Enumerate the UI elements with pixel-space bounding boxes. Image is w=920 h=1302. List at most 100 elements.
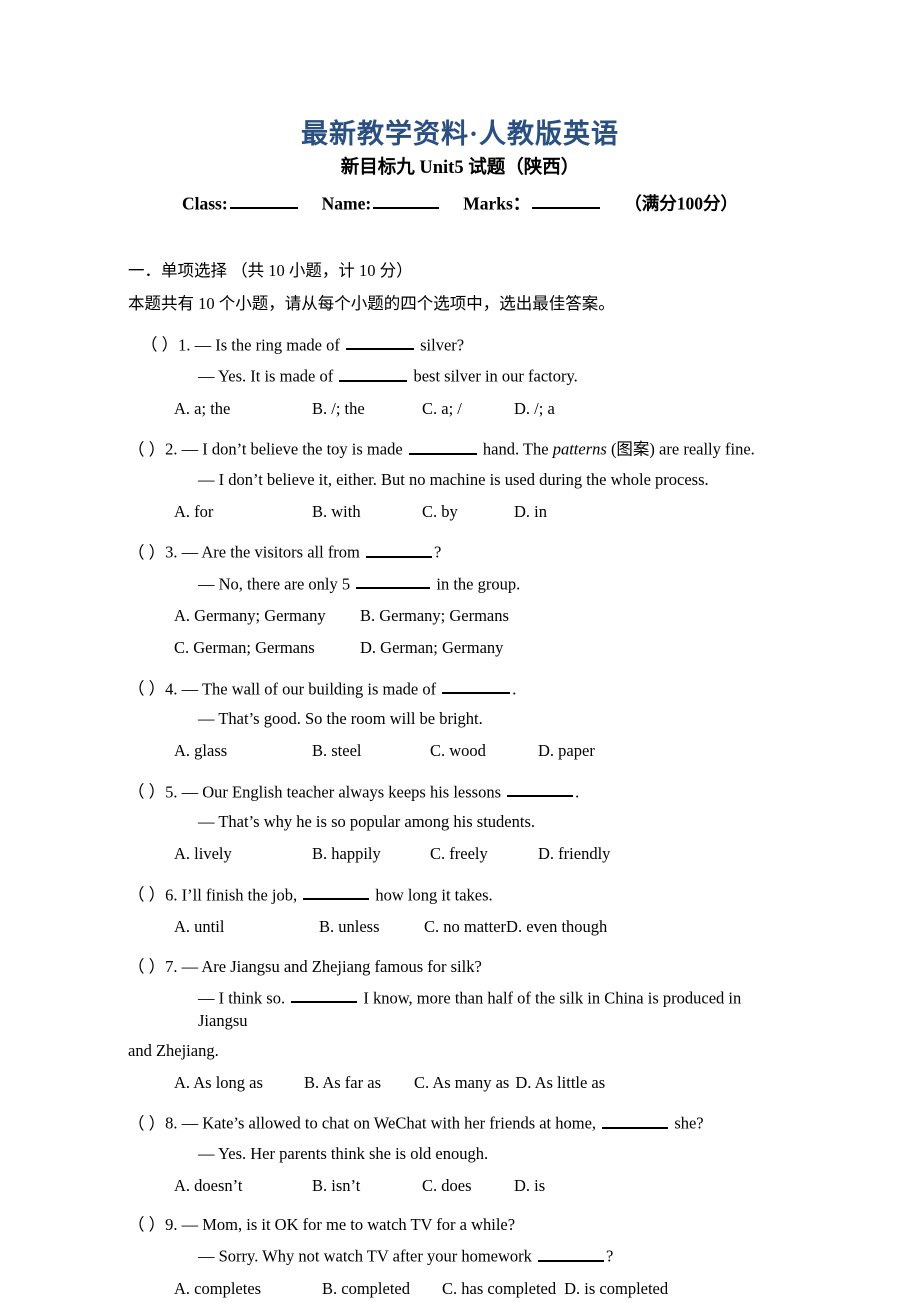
answer-bracket-6[interactable]: （ ） bbox=[128, 884, 165, 907]
answer-blank[interactable] bbox=[507, 780, 574, 798]
option-c[interactable]: C. by bbox=[422, 501, 514, 524]
option-d[interactable]: D. German; Germany bbox=[360, 637, 503, 660]
option-row: A. Germany; Germany B. Germany; Germans bbox=[128, 596, 792, 628]
question-number: 4. bbox=[165, 679, 178, 699]
option-c[interactable]: C. As many as bbox=[414, 1072, 515, 1095]
answer-blank[interactable] bbox=[291, 986, 358, 1004]
answer-bracket-4[interactable]: （ ） bbox=[128, 678, 165, 701]
option-d[interactable]: D. paper bbox=[538, 740, 595, 763]
question-reply: — I don’t believe it, either. But no mac… bbox=[198, 469, 709, 489]
option-b[interactable]: B. completed bbox=[322, 1278, 442, 1301]
document-title: 新目标九 Unit5 试题（陕西） bbox=[340, 158, 580, 179]
reply-text-tail: in the group. bbox=[432, 574, 521, 594]
option-row: A. a; the B. /; the C. a; / D. /; a bbox=[128, 389, 792, 421]
answer-blank[interactable] bbox=[408, 437, 477, 455]
question-text: — Kate’s allowed to chat on WeChat with … bbox=[181, 1114, 601, 1134]
question-text-tail: how long it takes. bbox=[371, 885, 493, 905]
reply-text: — No, there are only 5 bbox=[198, 574, 355, 594]
question-stem: （ ）2. — I don’t believe the toy is made … bbox=[128, 430, 792, 461]
question-stem: （ ）3. — Are the visitors all from ? bbox=[128, 533, 792, 564]
option-b[interactable]: B. As far as bbox=[304, 1072, 414, 1095]
question-text-tail: she? bbox=[670, 1114, 704, 1134]
question-text-tail: silver? bbox=[416, 335, 465, 355]
option-b[interactable]: B. unless bbox=[319, 916, 424, 939]
option-c[interactable]: C. a; / bbox=[422, 398, 514, 421]
option-c[interactable]: C. does bbox=[422, 1175, 514, 1198]
question-text-mid: hand. The bbox=[478, 440, 553, 459]
option-a[interactable]: A. for bbox=[174, 501, 312, 524]
question-text: — Mom, is it OK for me to watch TV for a… bbox=[181, 1215, 516, 1235]
question-reply: — Yes. It is made of best silver in our … bbox=[128, 357, 792, 388]
answer-bracket-1[interactable]: （ ） bbox=[141, 334, 178, 357]
question-reply: — Sorry. Why not watch TV after your hom… bbox=[128, 1237, 792, 1268]
option-a[interactable]: A. completes bbox=[174, 1278, 322, 1301]
name-label: Name: bbox=[321, 193, 372, 214]
answer-bracket-3[interactable]: （ ） bbox=[128, 542, 165, 565]
option-b[interactable]: B. happily bbox=[312, 843, 430, 866]
answer-blank[interactable] bbox=[303, 883, 370, 901]
answer-blank[interactable] bbox=[346, 333, 415, 351]
option-c[interactable]: C. freely bbox=[430, 843, 538, 866]
option-a[interactable]: A. doesn’t bbox=[174, 1175, 312, 1198]
option-d[interactable]: D. even though bbox=[506, 916, 607, 939]
name-blank[interactable] bbox=[373, 191, 440, 210]
class-blank[interactable] bbox=[229, 191, 298, 210]
marks-blank[interactable] bbox=[532, 191, 601, 210]
question-reply: — No, there are only 5 in the group. bbox=[128, 565, 792, 596]
option-d[interactable]: D. is bbox=[514, 1175, 545, 1198]
question-number: 7. bbox=[165, 956, 178, 976]
option-a[interactable]: A. a; the bbox=[174, 398, 312, 421]
answer-bracket-5[interactable]: （ ） bbox=[128, 781, 165, 804]
option-c[interactable]: C. wood bbox=[430, 740, 538, 763]
option-d[interactable]: D. As little as bbox=[515, 1072, 605, 1095]
answer-blank[interactable] bbox=[442, 677, 511, 695]
answer-blank[interactable] bbox=[538, 1244, 605, 1262]
option-row: A. As long as B. As far as C. As many as D.… bbox=[128, 1063, 792, 1095]
option-d[interactable]: D. /; a bbox=[514, 398, 555, 421]
option-b[interactable]: B. Germany; Germans bbox=[360, 605, 509, 628]
answer-bracket-7[interactable]: （ ） bbox=[128, 956, 165, 979]
option-c[interactable]: C. has completed bbox=[442, 1278, 564, 1301]
reply-text: — I think so. bbox=[198, 988, 290, 1008]
glossed-word: patterns bbox=[552, 440, 607, 459]
option-d[interactable]: D. friendly bbox=[538, 843, 610, 866]
answer-bracket-8[interactable]: （ ） bbox=[128, 1113, 165, 1136]
option-c[interactable]: C. German; Germans bbox=[174, 637, 360, 660]
reply-text-tail: best silver in our factory. bbox=[409, 366, 578, 386]
answer-bracket-9[interactable]: （ ） bbox=[128, 1214, 165, 1237]
answer-blank[interactable] bbox=[602, 1111, 669, 1130]
option-b[interactable]: B. /; the bbox=[312, 398, 422, 421]
option-b[interactable]: B. steel bbox=[312, 740, 430, 763]
question-number: 3. bbox=[165, 542, 178, 562]
question-item: （ ）2. — I don’t believe the toy is made … bbox=[128, 420, 792, 523]
question-item: （ ）7. — Are Jiangsu and Zhejiang famous … bbox=[128, 939, 792, 1095]
reply-text: — Sorry. Why not watch TV after your hom… bbox=[198, 1246, 537, 1266]
question-number: 9. bbox=[165, 1215, 178, 1235]
class-label: Class: bbox=[181, 193, 228, 214]
option-a[interactable]: A. As long as bbox=[174, 1072, 304, 1095]
question-stem: （ ）7. — Are Jiangsu and Zhejiang famous … bbox=[128, 949, 792, 979]
option-d[interactable]: D. in bbox=[514, 501, 547, 524]
option-a[interactable]: A. Germany; Germany bbox=[174, 605, 360, 628]
question-text-tail: ? bbox=[434, 542, 442, 562]
question-reply: — That’s good. So the room will be brigh… bbox=[198, 709, 483, 729]
question-text-tail: . bbox=[512, 679, 517, 699]
option-b[interactable]: B. with bbox=[312, 501, 422, 524]
answer-bracket-2[interactable]: （ ） bbox=[128, 439, 165, 462]
banner-title: 最新教学资料·人教版英语 bbox=[300, 119, 619, 149]
question-number: 1. bbox=[178, 335, 191, 355]
answer-blank[interactable] bbox=[366, 540, 433, 558]
option-a[interactable]: A. glass bbox=[174, 740, 312, 763]
question-item: （ ）8. — Kate’s allowed to chat on WeChat… bbox=[128, 1094, 792, 1197]
option-b[interactable]: B. isn’t bbox=[312, 1175, 422, 1198]
answer-blank[interactable] bbox=[356, 572, 431, 590]
option-c[interactable]: C. no matter bbox=[424, 916, 506, 939]
answer-blank[interactable] bbox=[339, 364, 408, 382]
option-d[interactable]: D. is completed bbox=[564, 1278, 668, 1301]
question-text-tail: (图案) are really fine. bbox=[606, 440, 755, 459]
question-number: 2. bbox=[165, 440, 178, 459]
option-a[interactable]: A. lively bbox=[174, 843, 312, 866]
question-item: （ ）5. — Our English teacher always keeps… bbox=[128, 763, 792, 866]
option-a[interactable]: A. until bbox=[174, 916, 319, 939]
question-text: — The wall of our building is made of bbox=[181, 679, 441, 699]
